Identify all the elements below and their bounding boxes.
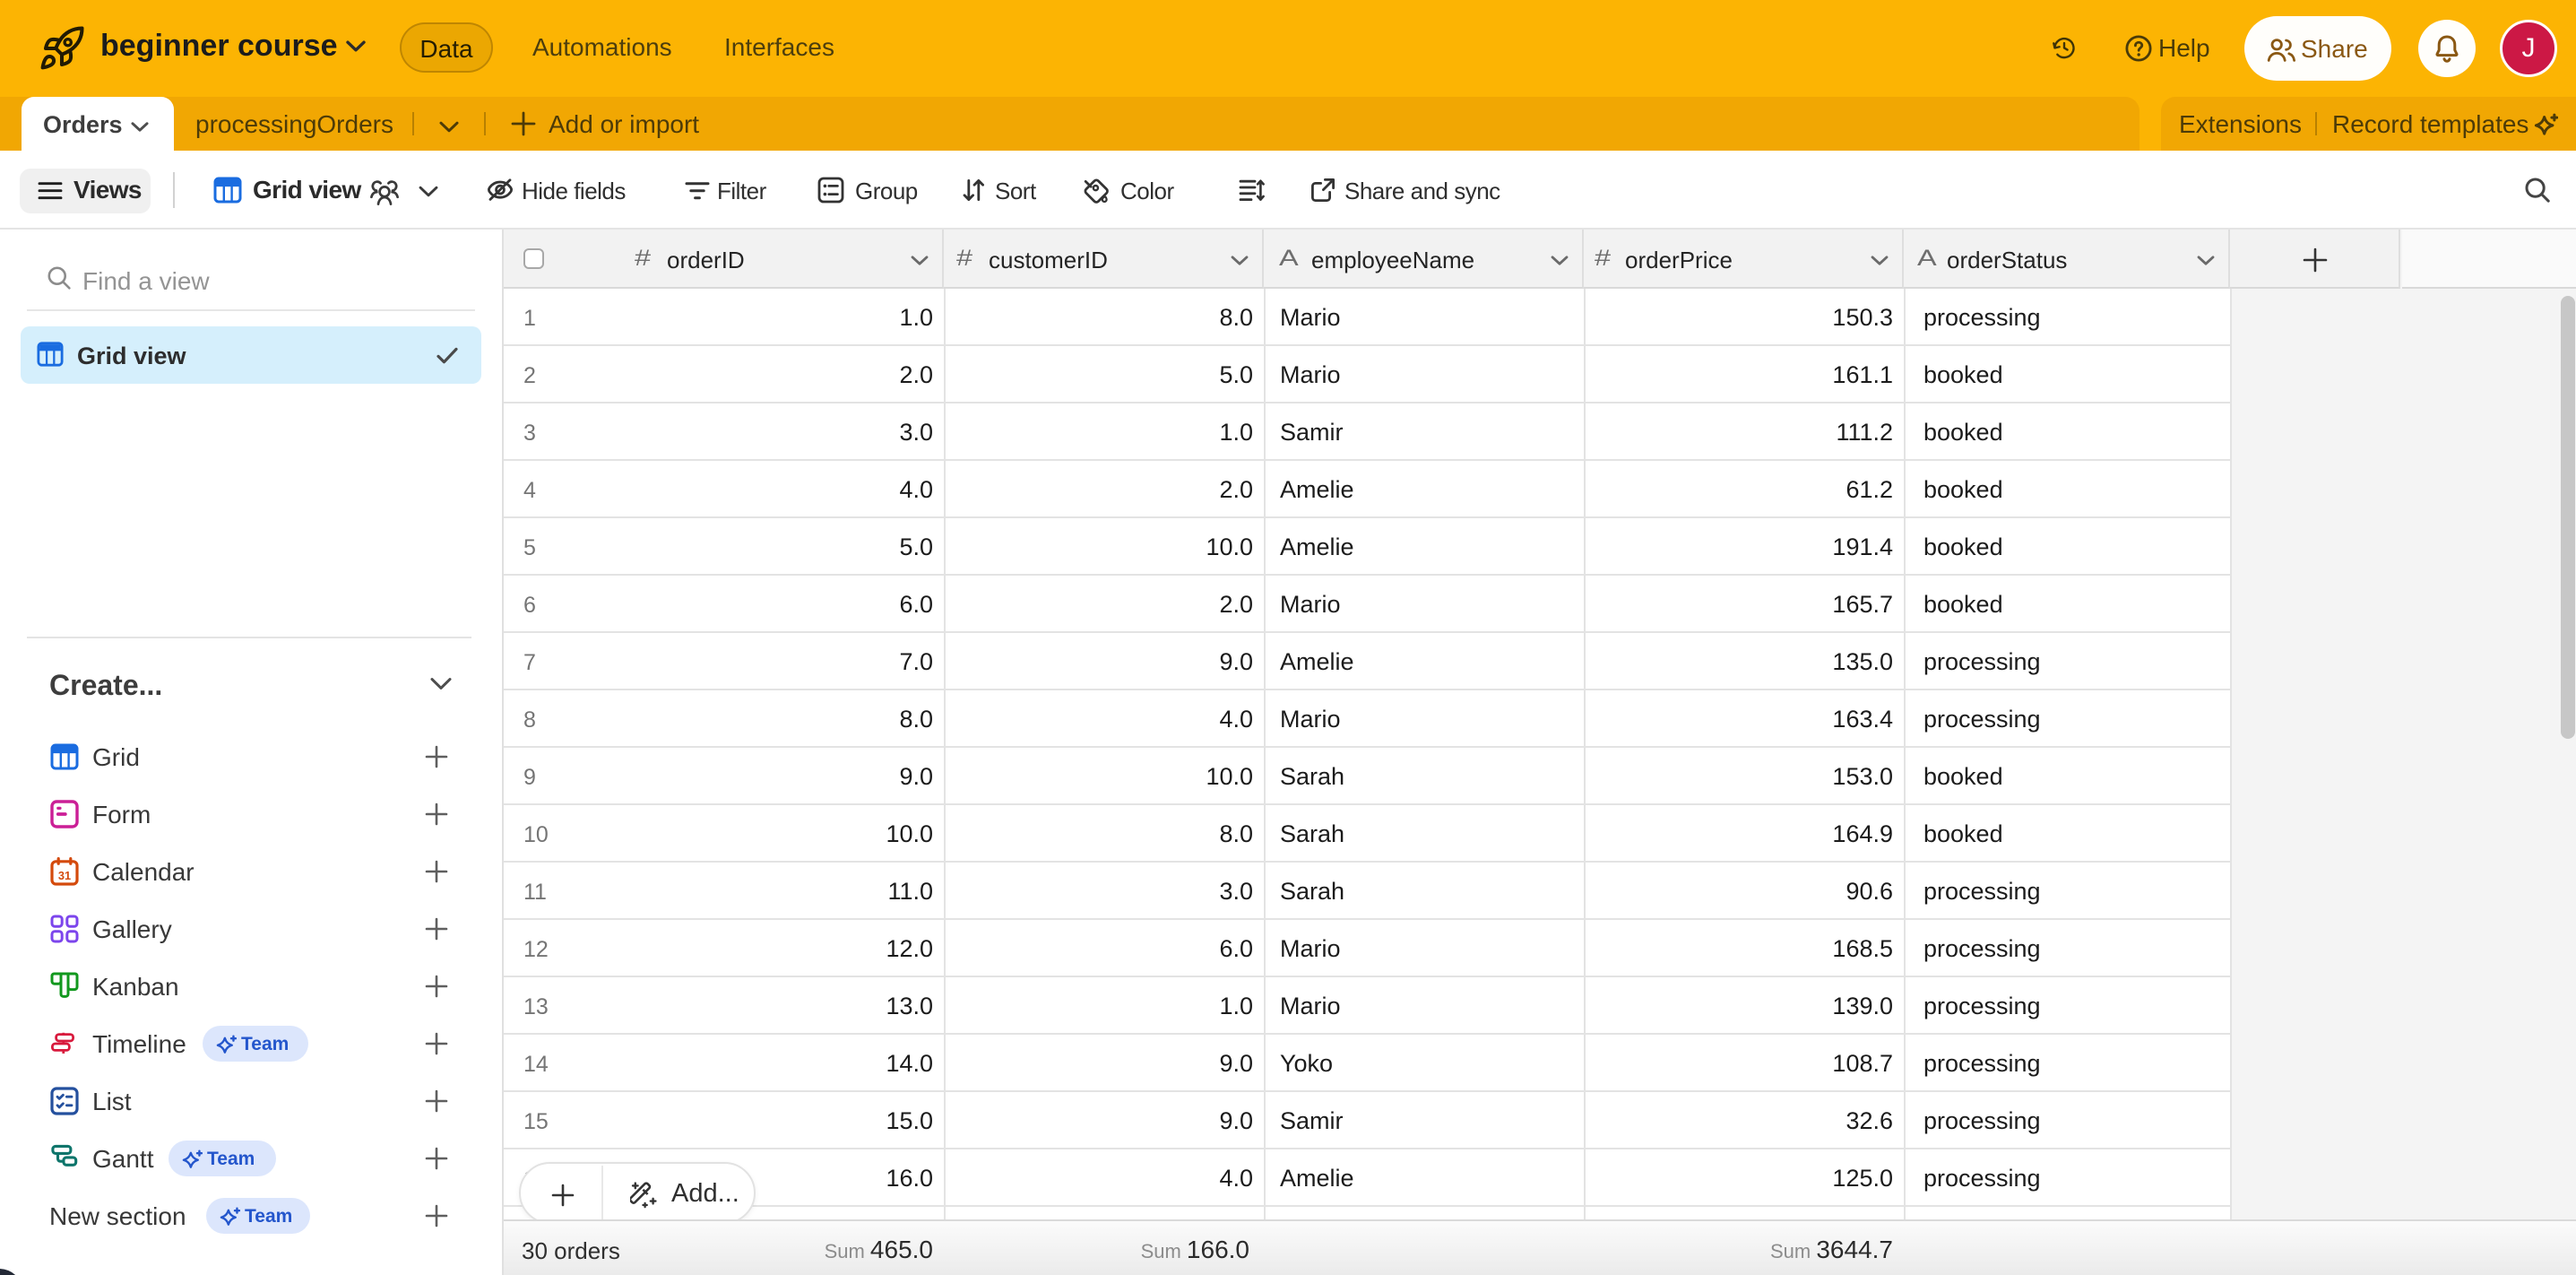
- svg-text:31: 31: [58, 869, 71, 882]
